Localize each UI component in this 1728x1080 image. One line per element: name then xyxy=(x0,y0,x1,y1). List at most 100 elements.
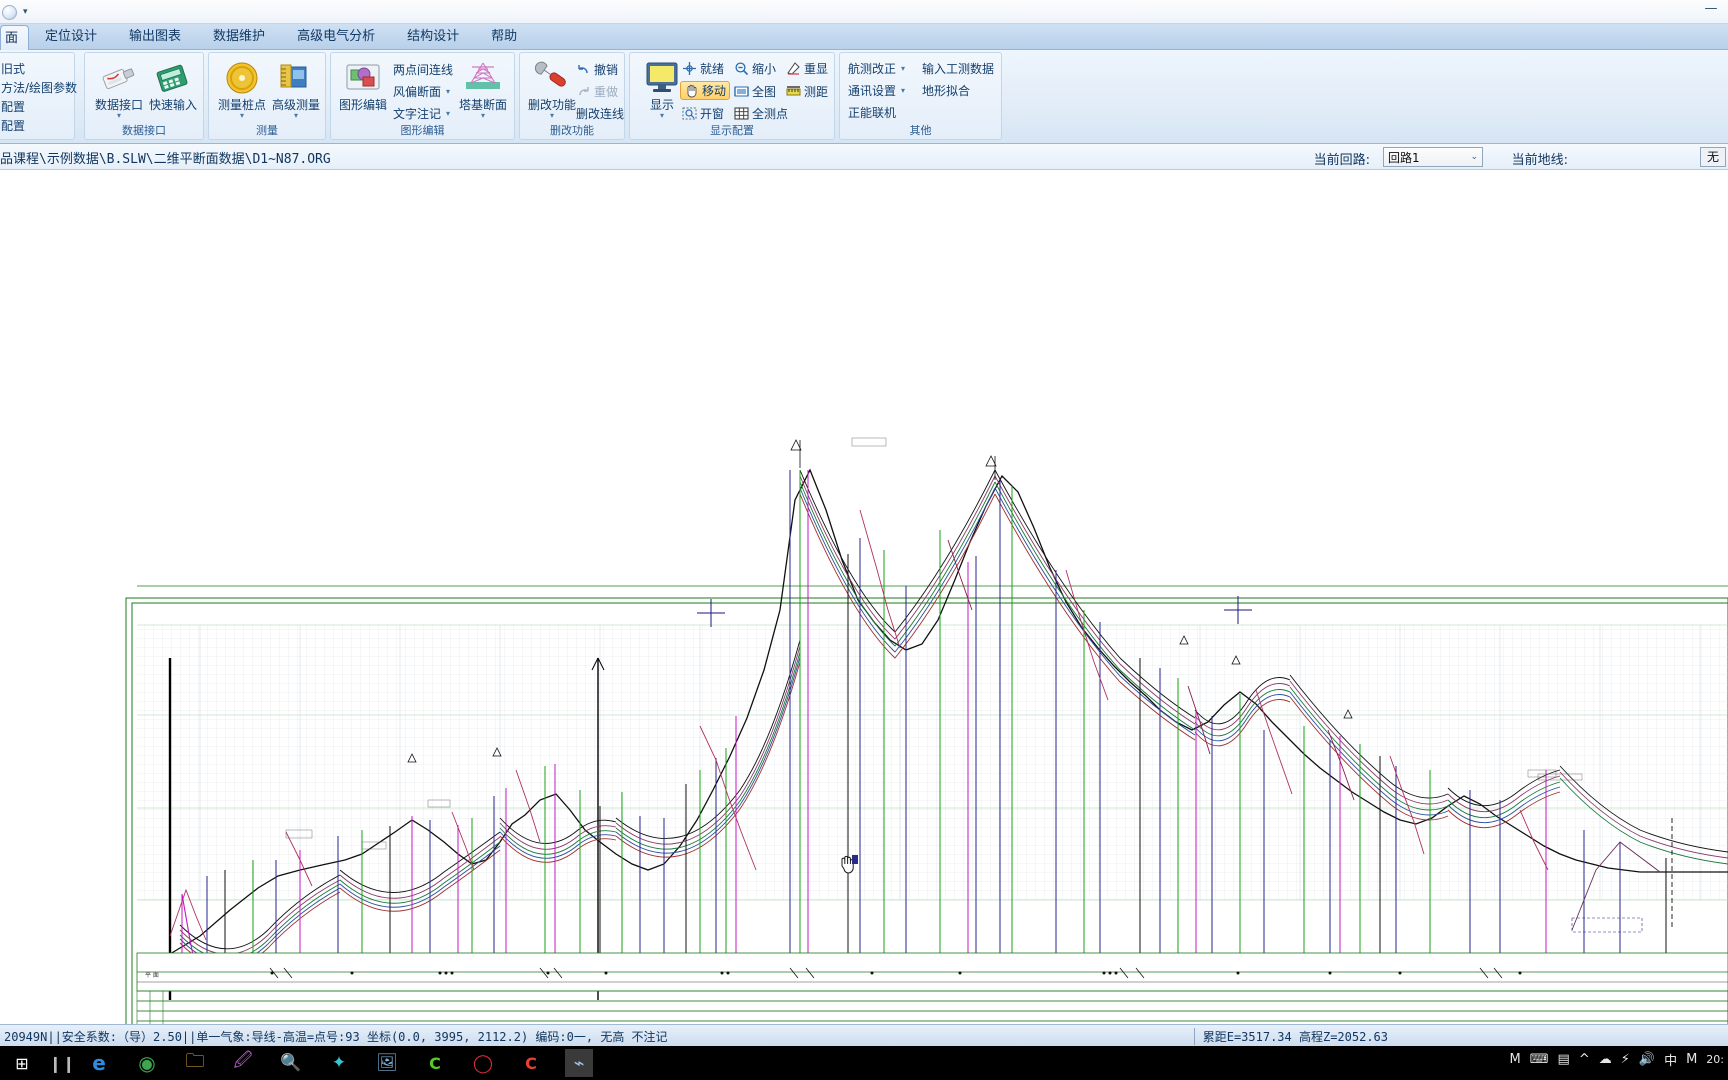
task-view-icon[interactable]: ❙❙ xyxy=(48,1049,76,1077)
tray-expand-icon[interactable]: ^ xyxy=(1579,1052,1590,1067)
calculator-icon xyxy=(152,58,194,98)
system-tray: M ⌨ ▤ ^ ☁ ⚡ 🔊 中 M 20: xyxy=(1510,1050,1724,1069)
start-icon[interactable]: ⊞ xyxy=(8,1049,36,1077)
item-redraw[interactable]: 重显 xyxy=(786,60,828,77)
tray-icon-power[interactable]: ⚡ xyxy=(1621,1052,1630,1067)
tray-icon-m2[interactable]: M xyxy=(1686,1052,1697,1067)
tab-shuchu[interactable]: 输出图表 xyxy=(113,25,197,49)
item-label: 地形拟合 xyxy=(922,84,971,98)
item-undo[interactable]: 撤销 xyxy=(576,61,618,78)
item-connect-two-points[interactable]: 两点间连线 xyxy=(393,61,458,78)
search-icon[interactable]: 🔍 xyxy=(277,1049,305,1077)
item-input-field-survey[interactable]: 输入工测数据 xyxy=(922,60,994,77)
tab-jiegou[interactable]: 结构设计 xyxy=(391,25,475,49)
minimize-button[interactable]: — xyxy=(1700,2,1722,20)
item-label: 移动 xyxy=(702,84,727,98)
button-graphic-edit[interactable]: 图形编辑 xyxy=(331,58,395,112)
chevron-down-icon[interactable]: ▾ xyxy=(901,64,905,73)
refresh-draw-icon xyxy=(786,61,801,76)
hand-pan-icon xyxy=(684,83,699,98)
tab-dingwei[interactable]: 定位设计 xyxy=(29,25,113,49)
current-circuit-label: 当前回路: xyxy=(1313,153,1370,168)
item-label: 正能联机 xyxy=(848,106,897,120)
tray-icon-ime[interactable]: 中 xyxy=(1664,1050,1677,1069)
ribbon: 旧式 方法/绘图参数 配置 配置 数据接口 ▾ 快速输入 数据接口 测量桩点 ▾… xyxy=(0,50,1728,144)
file-path-label: 品课程\示例数据\B.SLW\二维平断面数据\D1~N87.ORG xyxy=(0,152,331,167)
photos-icon[interactable]: 🖼 xyxy=(373,1049,401,1077)
red-app-icon[interactable]: C xyxy=(517,1049,545,1077)
tray-icon-m[interactable]: M xyxy=(1510,1052,1521,1067)
app-orb-icon[interactable] xyxy=(2,4,17,20)
button-advanced-survey[interactable]: 高级测量 ▾ xyxy=(264,58,328,120)
item-pan[interactable]: 移动 xyxy=(680,81,731,100)
status-left-text: 20949N||安全系数:（导）2.50||单一气象:导线-高温=点号:93 坐… xyxy=(4,1030,668,1044)
item-text-annotation[interactable]: 文字注记 ▾ xyxy=(393,105,450,122)
shapes-edit-icon xyxy=(342,58,384,98)
drawing-canvas[interactable]: 平 面 xyxy=(0,170,1728,1024)
current-ground-wire-value[interactable]: 无 xyxy=(1700,147,1726,167)
item-fit-all[interactable]: 全图 xyxy=(734,83,776,100)
chevron-down-icon[interactable]: ▾ xyxy=(264,112,328,120)
button-delete-edit[interactable]: 删改功能 ▾ xyxy=(520,58,584,120)
tray-icon-list[interactable]: ▤ xyxy=(1558,1052,1570,1067)
measure-dist-icon xyxy=(786,84,801,99)
zoom-out-icon xyxy=(734,61,749,76)
item-zoom-out[interactable]: 缩小 xyxy=(734,60,776,77)
button-tower-base-section[interactable]: 塔基断面 ▾ xyxy=(451,58,515,120)
tray-icon-volume[interactable]: 🔊 xyxy=(1639,1052,1655,1067)
button-label: 图形编辑 xyxy=(338,98,387,112)
item-comm-settings[interactable]: 通讯设置 ▾ xyxy=(848,82,905,99)
wrench-icon xyxy=(531,58,573,98)
paint-tools-icon[interactable]: 🖉 xyxy=(229,1049,257,1077)
chevron-down-icon[interactable]: ▾ xyxy=(901,86,905,95)
clipped-line-4[interactable]: 配置 xyxy=(1,117,25,134)
tab-mian[interactable]: 面 xyxy=(0,25,30,50)
chevron-down-icon[interactable]: ▾ xyxy=(23,7,28,17)
chevron-down-icon[interactable]: ▾ xyxy=(446,109,450,118)
item-label: 航测改正 xyxy=(848,62,897,76)
slw-app-icon[interactable]: ⌁ xyxy=(565,1049,593,1077)
chevron-down-icon[interactable]: ▾ xyxy=(446,87,450,96)
item-delete-connection[interactable]: 删改连线 xyxy=(576,105,624,122)
clipped-line-3[interactable]: 配置 xyxy=(1,98,25,115)
taskbar: ⊞ ❙❙ e ◉ 🗀 🖉 🔍 ✦ 🖼 C ◯ C ⌁ M ⌨ ▤ ^ ☁ ⚡ 🔊… xyxy=(0,1046,1728,1080)
tab-gaoji[interactable]: 高级电气分析 xyxy=(281,25,391,49)
tray-icon-keyboard[interactable]: ⌨ xyxy=(1530,1052,1549,1067)
item-zoom-window[interactable]: 开窗 xyxy=(682,105,724,122)
ribbon-group-survey: 测量桩点 ▾ 高级测量 ▾ 测量 xyxy=(208,52,326,140)
chrome-icon[interactable]: ◉ xyxy=(133,1049,161,1077)
sparkle-app-icon[interactable]: ✦ xyxy=(325,1049,353,1077)
edge-icon[interactable]: e xyxy=(85,1049,113,1077)
quick-access-toolbar[interactable]: ▾ xyxy=(2,3,28,21)
item-redo: 重做 xyxy=(576,83,618,100)
item-ready[interactable]: 就绪 xyxy=(682,60,724,77)
chevron-down-icon[interactable]: ▾ xyxy=(520,112,584,120)
ribbon-group-graphics: 图形编辑 两点间连线 风偏断面 ▾ 文字注记 ▾ 塔基断面 ▾ 图形编辑 xyxy=(330,52,515,140)
item-terrain-fitting[interactable]: 地形拟合 xyxy=(922,82,970,99)
item-all-points[interactable]: 全测点 xyxy=(734,105,788,122)
item-label: 撤销 xyxy=(594,63,619,77)
svg-text:平 面: 平 面 xyxy=(145,972,159,979)
chevron-down-icon[interactable]: ▾ xyxy=(451,112,515,120)
tab-bangzhu[interactable]: 帮助 xyxy=(475,25,533,49)
item-label: 全图 xyxy=(752,85,777,99)
wechat-icon[interactable]: C xyxy=(421,1049,449,1077)
item-zhengneng-online[interactable]: 正能联机 xyxy=(848,104,896,121)
profile-drawing: 平 面 xyxy=(125,437,1728,1024)
item-label: 两点间连线 xyxy=(393,63,454,77)
file-explorer-icon[interactable]: 🗀 xyxy=(181,1049,209,1077)
chevron-down-icon[interactable]: ⌄ xyxy=(1470,152,1478,162)
current-circuit-select[interactable]: 回路1 ⌄ xyxy=(1383,147,1483,167)
chevron-down-icon[interactable]: ▾ xyxy=(87,112,151,120)
item-wind-deflection-section[interactable]: 风偏断面 ▾ xyxy=(393,83,450,100)
taskbar-clock[interactable]: 20: xyxy=(1706,1054,1724,1065)
clipped-line-1[interactable]: 旧式 xyxy=(1,60,25,77)
item-measure-distance[interactable]: 测距 xyxy=(786,83,828,100)
qq-icon[interactable]: ◯ xyxy=(469,1049,497,1077)
clipped-line-2[interactable]: 方法/绘图参数 xyxy=(1,79,77,96)
tray-icon-cloud[interactable]: ☁ xyxy=(1599,1052,1612,1067)
tab-shuju[interactable]: 数据维护 xyxy=(197,25,281,49)
button-quick-input[interactable]: 快速输入 xyxy=(141,58,205,112)
usb-key-icon xyxy=(98,58,140,98)
item-aerial-correction[interactable]: 航测改正 ▾ xyxy=(848,60,905,77)
